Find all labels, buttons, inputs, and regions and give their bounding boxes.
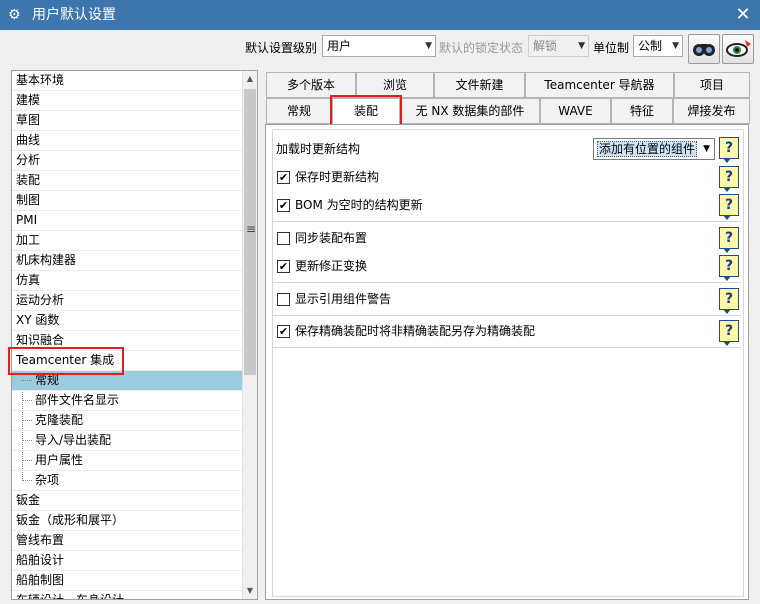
bom-empty-label: BOM 为空时的结构更新 bbox=[295, 198, 423, 212]
tree-item-drafting[interactable]: 制图 bbox=[12, 191, 242, 211]
help-icon[interactable]: ? bbox=[719, 166, 739, 192]
tree-item-analysis[interactable]: 分析 bbox=[12, 151, 242, 171]
tab-general[interactable]: 常规 bbox=[266, 98, 332, 124]
help-icon[interactable]: ? bbox=[719, 137, 739, 163]
update-transform-checkbox[interactable]: ✔ bbox=[277, 260, 290, 273]
tree-item-general[interactable]: 常规 bbox=[12, 371, 242, 391]
settings-panel: 加载时更新结构 添加有位置的组件 ▼ ? ✔ 保存时更新结构 ? ✔ BOM 为… bbox=[265, 124, 749, 600]
toolbar: 默认设置级别 用户 ▼ 默认的锁定状态 解锁 ▼ 单位制 公制 ▼ bbox=[0, 30, 760, 68]
unit-system-label: 单位制 bbox=[593, 41, 630, 55]
tab-project[interactable]: 项目 bbox=[674, 72, 750, 98]
tree-item-part-filename[interactable]: 部件文件名显示 bbox=[12, 391, 242, 411]
sync-layout-label: 同步装配布置 bbox=[295, 231, 368, 245]
tab-weld-publish[interactable]: 焊接发布 bbox=[673, 98, 750, 124]
scroll-up-icon[interactable]: ▲ bbox=[243, 71, 257, 87]
default-level-label: 默认设置级别 bbox=[245, 41, 318, 55]
help-icon[interactable]: ? bbox=[719, 288, 739, 314]
help-icon[interactable]: ? bbox=[719, 227, 739, 253]
tree-item-sheet-metal[interactable]: 钣金 bbox=[12, 491, 242, 511]
tree-item-teamcenter[interactable]: Teamcenter 集成 bbox=[12, 351, 242, 371]
chevron-down-icon: ▼ bbox=[578, 41, 585, 51]
save-update-checkbox[interactable]: ✔ bbox=[277, 171, 290, 184]
help-icon[interactable]: ? bbox=[719, 320, 739, 346]
find-default-button[interactable] bbox=[688, 34, 720, 64]
tree-item-modeling[interactable]: 建模 bbox=[12, 91, 242, 111]
separator bbox=[273, 347, 741, 348]
tree-item-manufacturing[interactable]: 加工 bbox=[12, 231, 242, 251]
title-bar: ⚙ 用户默认设置 ✕ bbox=[0, 0, 760, 30]
tree-item-import-export[interactable]: 导入/导出装配 bbox=[12, 431, 242, 451]
ref-warning-label: 显示引用组件警告 bbox=[295, 292, 392, 306]
tree-item-user-attributes[interactable]: 用户属性 bbox=[12, 451, 242, 471]
chevron-down-icon: ▼ bbox=[703, 144, 710, 154]
tree-item-assembly[interactable]: 装配 bbox=[12, 171, 242, 191]
unit-system-value: 公制 bbox=[638, 39, 663, 53]
separator bbox=[273, 221, 741, 222]
eye-icon bbox=[726, 40, 751, 57]
tree-scrollbar[interactable]: ▲ ▼ bbox=[242, 71, 257, 599]
ref-warning-checkbox[interactable] bbox=[277, 293, 290, 306]
save-precise-checkbox[interactable]: ✔ bbox=[277, 325, 290, 338]
sync-layout-row: 同步装配布置 bbox=[273, 226, 741, 250]
ref-warning-row: 显示引用组件警告 bbox=[273, 287, 741, 311]
save-update-row: ✔ 保存时更新结构 bbox=[273, 165, 741, 189]
bom-empty-row: ✔ BOM 为空时的结构更新 bbox=[273, 193, 741, 217]
lock-state-label: 默认的锁定状态 bbox=[439, 41, 524, 55]
tree-item-misc[interactable]: 杂项 bbox=[12, 471, 242, 491]
tree-item-pmi[interactable]: PMI bbox=[12, 211, 242, 231]
update-structure-label: 加载时更新结构 bbox=[276, 142, 361, 156]
update-transform-label: 更新修正变换 bbox=[295, 259, 368, 273]
tab-assembly[interactable]: 装配 bbox=[332, 98, 400, 126]
gear-icon: ⚙ bbox=[8, 7, 21, 23]
category-tree: 基本环境 建模 草图 曲线 分析 装配 制图 PMI 加工 机床构建器 仿真 运… bbox=[11, 70, 258, 600]
help-icon[interactable]: ? bbox=[719, 255, 739, 281]
tab-feature[interactable]: 特征 bbox=[611, 98, 673, 124]
bom-empty-checkbox[interactable]: ✔ bbox=[277, 199, 290, 212]
tree-item-sketch[interactable]: 草图 bbox=[12, 111, 242, 131]
tree-item-routing[interactable]: 管线布置 bbox=[12, 531, 242, 551]
tab-browse[interactable]: 浏览 bbox=[356, 72, 434, 98]
chevron-down-icon: ▼ bbox=[672, 41, 679, 51]
tab-teamcenter-navigator[interactable]: Teamcenter 导航器 bbox=[525, 72, 674, 98]
window-title: 用户默认设置 bbox=[32, 7, 116, 23]
tree-item-clone-assembly[interactable]: 克隆装配 bbox=[12, 411, 242, 431]
tree-item-xy-function[interactable]: XY 函数 bbox=[12, 311, 242, 331]
manage-defaults-button[interactable] bbox=[722, 34, 754, 64]
tree-item-motion[interactable]: 运动分析 bbox=[12, 291, 242, 311]
tree-item-ship-drafting[interactable]: 船舶制图 bbox=[12, 571, 242, 591]
save-update-label: 保存时更新结构 bbox=[295, 170, 380, 184]
tab-parts-no-nx-dataset[interactable]: 无 NX 数据集的部件 bbox=[400, 98, 540, 124]
update-transform-row: ✔ 更新修正变换 bbox=[273, 254, 741, 278]
tree-item-sheet-metal-form[interactable]: 钣金（成形和展平） bbox=[12, 511, 242, 531]
default-level-select[interactable]: 用户 ▼ bbox=[322, 35, 436, 57]
sync-layout-checkbox[interactable] bbox=[277, 232, 290, 245]
assembly-settings-group: 加载时更新结构 添加有位置的组件 ▼ ? ✔ 保存时更新结构 ? ✔ BOM 为… bbox=[272, 129, 744, 597]
tab-new-file[interactable]: 文件新建 bbox=[434, 72, 525, 98]
save-precise-label: 保存精确装配时将非精确装配另存为精确装配 bbox=[295, 324, 536, 338]
tree-item-vehicle-design[interactable]: 车辆设计 - 车身设计 bbox=[12, 591, 242, 599]
tree-item-knowledge-fusion[interactable]: 知识融合 bbox=[12, 331, 242, 351]
lock-state-value: 解锁 bbox=[533, 39, 558, 53]
tab-multiple-versions[interactable]: 多个版本 bbox=[266, 72, 356, 98]
close-icon[interactable]: ✕ bbox=[732, 4, 754, 26]
tree-item-ship-design[interactable]: 船舶设计 bbox=[12, 551, 242, 571]
splitter-handle[interactable]: ≡ bbox=[246, 222, 256, 236]
binoculars-icon bbox=[693, 44, 715, 56]
tree-item-basic-env[interactable]: 基本环境 bbox=[12, 71, 242, 91]
tree-item-machine-builder[interactable]: 机床构建器 bbox=[12, 251, 242, 271]
update-structure-value: 添加有位置的组件 bbox=[597, 141, 698, 157]
update-structure-select[interactable]: 添加有位置的组件 ▼ bbox=[593, 138, 715, 160]
tree-item-simulation[interactable]: 仿真 bbox=[12, 271, 242, 291]
tree-item-curve[interactable]: 曲线 bbox=[12, 131, 242, 151]
tab-wave[interactable]: WAVE bbox=[540, 98, 611, 124]
separator bbox=[273, 282, 741, 283]
unit-system-select[interactable]: 公制 ▼ bbox=[633, 35, 683, 57]
save-precise-row: ✔ 保存精确装配时将非精确装配另存为精确装配 bbox=[273, 319, 741, 343]
default-level-value: 用户 bbox=[327, 39, 352, 53]
scroll-down-icon[interactable]: ▼ bbox=[243, 583, 257, 599]
separator bbox=[273, 315, 741, 316]
lock-state-select: 解锁 ▼ bbox=[528, 35, 589, 57]
chevron-down-icon: ▼ bbox=[425, 41, 432, 51]
help-icon[interactable]: ? bbox=[719, 194, 739, 220]
